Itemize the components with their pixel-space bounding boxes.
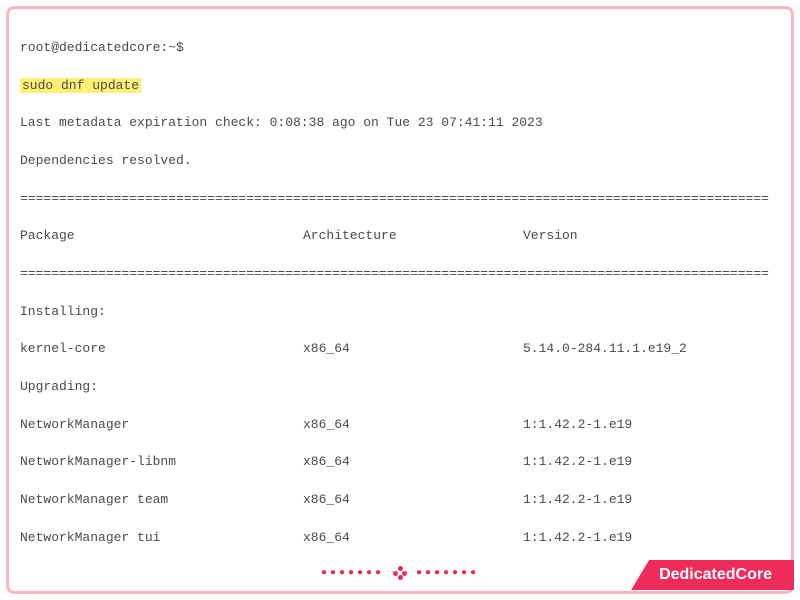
pkg-name: NetworkManager team bbox=[20, 491, 303, 510]
table-row: NetworkManager tuix86_641:1.42.2-1.e19 bbox=[20, 529, 780, 548]
header-version: Version bbox=[523, 227, 780, 246]
pkg-version: 1:1.42.2-1.e19 bbox=[523, 529, 780, 548]
installing-label: Installing: bbox=[20, 303, 780, 322]
pkg-arch: x86_64 bbox=[303, 453, 523, 472]
diamond-icon bbox=[393, 566, 407, 580]
command-text: sudo dnf update bbox=[20, 78, 141, 93]
pkg-version: 1:1.42.2-1.e19 bbox=[523, 453, 780, 472]
dots-right-icon: ●●●●●●● bbox=[416, 568, 479, 579]
pkg-arch: x86_64 bbox=[303, 529, 523, 548]
separator-bottom: ========================================… bbox=[20, 265, 780, 284]
header-row: PackageArchitectureVersion bbox=[20, 227, 780, 246]
header-package: Package bbox=[20, 227, 303, 246]
table-row: NetworkManager teamx86_641:1.42.2-1.e19 bbox=[20, 491, 780, 510]
deps-resolved-line: Dependencies resolved. bbox=[20, 152, 780, 171]
separator-top: ========================================… bbox=[20, 190, 780, 209]
brand-badge: DedicatedCore bbox=[631, 560, 794, 590]
table-row: kernel-corex86_645.14.0-284.11.1.e19_2 bbox=[20, 340, 780, 359]
pkg-version: 5.14.0-284.11.1.e19_2 bbox=[523, 340, 780, 359]
pkg-version: 1:1.42.2-1.e19 bbox=[523, 416, 780, 435]
upgrading-label: Upgrading: bbox=[20, 378, 780, 397]
pkg-arch: x86_64 bbox=[303, 340, 523, 359]
table-row: NetworkManager-libnmx86_641:1.42.2-1.e19 bbox=[20, 453, 780, 472]
command-line: sudo dnf update bbox=[20, 77, 780, 96]
table-row: NetworkManagerx86_641:1.42.2-1.e19 bbox=[20, 416, 780, 435]
metadata-line: Last metadata expiration check: 0:08:38 … bbox=[20, 114, 780, 133]
pkg-name: NetworkManager-libnm bbox=[20, 453, 303, 472]
pkg-arch: x86_64 bbox=[303, 491, 523, 510]
shell-prompt: root@dedicatedcore:~$ bbox=[20, 40, 184, 55]
pkg-name: kernel-core bbox=[20, 340, 303, 359]
prompt-line: root@dedicatedcore:~$ bbox=[20, 39, 780, 58]
pkg-version: 1:1.42.2-1.e19 bbox=[523, 491, 780, 510]
dots-left-icon: ●●●●●●● bbox=[321, 568, 384, 579]
dots-decoration: ●●●●●●● ●●●●●●● bbox=[321, 566, 479, 580]
pkg-name: NetworkManager tui bbox=[20, 529, 303, 548]
pkg-name: NetworkManager bbox=[20, 416, 303, 435]
header-architecture: Architecture bbox=[303, 227, 523, 246]
terminal-output: root@dedicatedcore:~$ sudo dnf update La… bbox=[20, 20, 780, 550]
pkg-arch: x86_64 bbox=[303, 416, 523, 435]
